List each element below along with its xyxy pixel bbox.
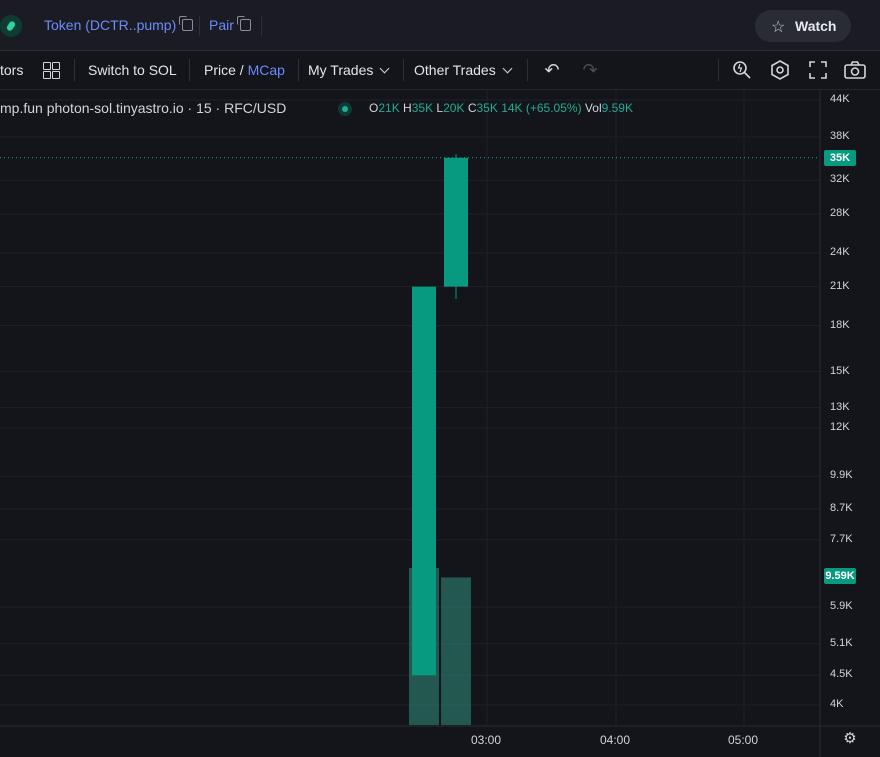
token-label: Token (DCTR..pump) bbox=[44, 17, 177, 33]
y-tick-label: 4.5K bbox=[830, 668, 853, 681]
open-value: 21K bbox=[378, 101, 400, 115]
other-trades-dropdown[interactable]: Other Trades bbox=[414, 62, 513, 78]
y-tick-label: 9.9K bbox=[830, 469, 853, 482]
undo-icon[interactable]: ↶ bbox=[541, 59, 563, 81]
y-tick-label: 18K bbox=[830, 318, 850, 331]
y-tick-label: 7.7K bbox=[830, 532, 853, 545]
star-icon: ☆ bbox=[771, 19, 786, 36]
candle-body bbox=[412, 286, 436, 676]
divider bbox=[261, 16, 262, 36]
switch-to-sol-button[interactable]: Switch to SOL bbox=[88, 62, 177, 78]
watch-label: Watch bbox=[795, 18, 837, 34]
app-logo-icon bbox=[0, 15, 22, 37]
y-tick-label: 13K bbox=[830, 400, 850, 413]
y-tick-label: 44K bbox=[830, 93, 850, 105]
volume-bar bbox=[441, 577, 471, 725]
redo-icon[interactable]: ↷ bbox=[579, 59, 601, 81]
camera-icon[interactable] bbox=[843, 59, 867, 81]
my-trades-dropdown[interactable]: My Trades bbox=[308, 62, 390, 78]
y-tick-label: 15K bbox=[830, 364, 850, 377]
divider bbox=[298, 59, 299, 81]
chart-toolbar: tors Switch to SOL Price / MCap My Trade… bbox=[0, 51, 880, 90]
layout-grid-icon[interactable] bbox=[43, 62, 60, 79]
visibility-dot-icon[interactable] bbox=[338, 102, 352, 116]
divider bbox=[74, 59, 75, 81]
price-option[interactable]: Price bbox=[204, 62, 236, 78]
x-tick-label: 03:00 bbox=[471, 733, 502, 747]
top-bar: Token (DCTR..pump) Pair ☆ Watch bbox=[0, 0, 880, 51]
chart-settings-icon[interactable]: ⚙ bbox=[842, 731, 858, 747]
fullscreen-icon[interactable] bbox=[807, 59, 829, 81]
close-value: 35K bbox=[476, 101, 498, 115]
indicators-button[interactable]: tors bbox=[0, 62, 23, 78]
divider bbox=[403, 59, 404, 81]
chevron-down-icon bbox=[379, 63, 390, 74]
open-key: O bbox=[369, 101, 379, 115]
divider bbox=[199, 16, 200, 36]
y-tick-label: 5.1K bbox=[830, 636, 853, 649]
volume-value: 9.59K bbox=[601, 101, 633, 115]
volume-bar bbox=[409, 568, 439, 725]
pair-link[interactable]: Pair bbox=[209, 16, 251, 33]
mcap-option[interactable]: MCap bbox=[248, 62, 285, 78]
copy-token-icon[interactable] bbox=[179, 16, 194, 31]
change-value: 14K (+65.05%) bbox=[501, 101, 582, 115]
y-tick-label: 32K bbox=[830, 173, 850, 186]
y-tick-label: 4K bbox=[830, 698, 844, 710]
my-trades-label: My Trades bbox=[308, 62, 374, 78]
watch-button[interactable]: ☆ Watch bbox=[755, 10, 851, 42]
ohlc-legend: O21K H35K L20K C35K 14K (+65.05%) Vol9.5… bbox=[369, 101, 633, 115]
high-key: H bbox=[403, 101, 412, 115]
last-price-tag: 35K bbox=[824, 149, 856, 166]
x-tick-label: 04:00 bbox=[600, 733, 631, 747]
settings-hex-icon[interactable] bbox=[769, 59, 791, 81]
y-tick-label: 8.7K bbox=[830, 501, 853, 514]
quick-search-icon[interactable] bbox=[731, 59, 753, 81]
chart-symbol-legend: mp.fun photon-sol.tinyastro.io · 15 · RF… bbox=[0, 100, 287, 116]
y-tick-label: 21K bbox=[830, 279, 850, 292]
low-value: 20K bbox=[443, 101, 465, 115]
other-trades-label: Other Trades bbox=[414, 62, 496, 78]
pair-label: Pair bbox=[209, 17, 234, 33]
divider bbox=[527, 59, 528, 81]
y-tick-label: 5.9K bbox=[830, 599, 853, 612]
volume-key: Vol bbox=[584, 101, 602, 115]
y-tick-label: 12K bbox=[830, 420, 850, 433]
token-link[interactable]: Token (DCTR..pump) bbox=[44, 16, 194, 33]
copy-pair-icon[interactable] bbox=[236, 16, 251, 31]
x-tick-label: 05:00 bbox=[728, 733, 759, 747]
slash-separator: / bbox=[239, 62, 244, 78]
price-mcap-toggle[interactable]: Price / MCap bbox=[204, 62, 285, 78]
chevron-down-icon bbox=[502, 63, 513, 74]
volume-tag: 9.59K bbox=[824, 568, 856, 584]
divider bbox=[189, 59, 190, 81]
y-tick-label: 38K bbox=[830, 129, 850, 142]
y-tick-label: 24K bbox=[830, 245, 850, 258]
candle-body bbox=[444, 157, 468, 287]
high-value: 35K bbox=[411, 101, 434, 115]
divider bbox=[718, 59, 719, 81]
y-tick-label: 28K bbox=[830, 207, 850, 220]
